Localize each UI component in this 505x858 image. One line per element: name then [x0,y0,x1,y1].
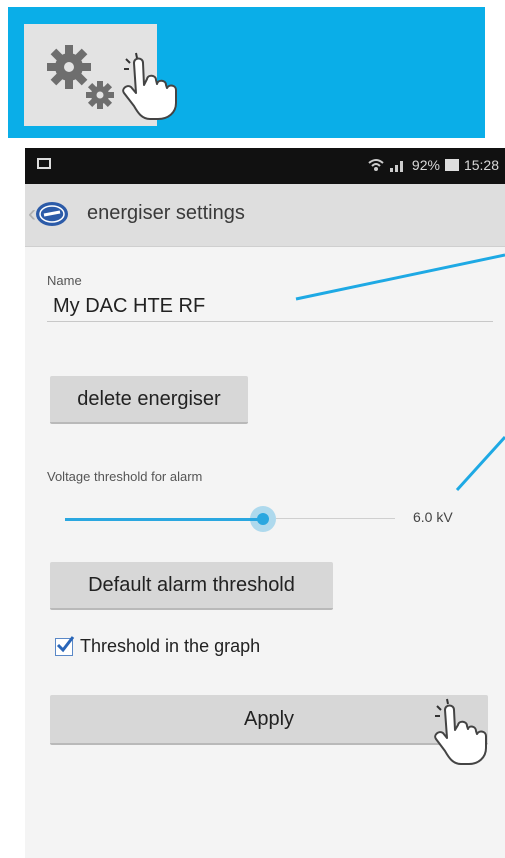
slider-track-filled [65,518,263,521]
energiser-brand-logo-icon[interactable] [35,201,69,227]
apply-button[interactable]: Apply [50,695,488,745]
hand-pointer-icon [122,52,177,120]
name-label: Name [47,273,82,288]
status-bar: 92% 15:28 [25,148,505,184]
slider-track [276,518,395,519]
slider-thumb[interactable] [250,506,276,532]
app-bar: ‹ energiser settings [25,184,505,247]
checkmark-icon [56,636,75,653]
threshold-value: 6.0 kV [413,509,453,525]
instruction-banner [8,7,485,138]
clock: 15:28 [463,157,499,173]
signal-icon [389,161,403,172]
settings-form: Name delete energiser Voltage threshold … [25,247,505,858]
name-input[interactable] [47,291,493,322]
notification-icon [37,158,51,169]
battery-percent: 92% [411,157,440,173]
threshold-graph-checkbox[interactable] [55,636,75,656]
delete-energiser-button[interactable]: delete energiser [50,376,248,424]
threshold-graph-label: Threshold in the graph [80,636,261,656]
threshold-label: Voltage threshold for alarm [47,469,203,484]
wifi-icon [368,159,384,171]
threshold-slider[interactable] [65,506,395,532]
battery-icon [444,159,459,171]
default-alarm-threshold-button[interactable]: Default alarm threshold [50,562,333,610]
phone-screen: 92% 15:28 ‹ energiser settings Name dele… [25,148,505,858]
page-title: energiser settings [87,202,245,224]
